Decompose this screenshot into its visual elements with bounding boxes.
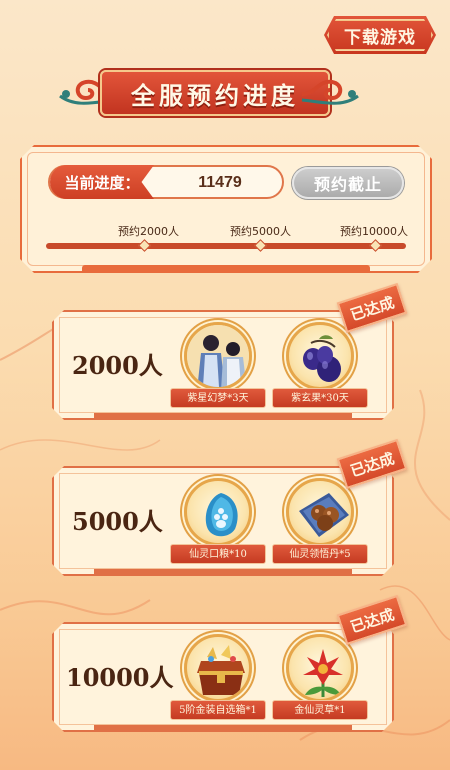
- reward-tier-10000: 10000人 5阶金装自选箱*1 金仙灵草*1: [52, 622, 394, 732]
- reward-item[interactable]: 仙灵口粮*10: [170, 478, 266, 568]
- reward-tier-5000: 5000人 仙灵口粮*10 仙灵领悟丹*5: [52, 466, 394, 576]
- reward-item[interactable]: 紫玄果*30天: [272, 322, 368, 412]
- tier-threshold: 10000人: [66, 663, 174, 692]
- current-progress-value: 11479: [198, 174, 242, 191]
- title-banner: 全服预约进度: [56, 62, 362, 124]
- characters-icon: [187, 325, 249, 387]
- red-flower-icon: [303, 649, 343, 697]
- reward-item[interactable]: 金仙灵草*1: [272, 634, 368, 724]
- milestone-marker: [138, 239, 151, 252]
- reservation-closed-button[interactable]: 预约截止: [292, 167, 404, 199]
- milestone-label-5000: 预约5000人: [230, 225, 291, 238]
- milestone-label-10000: 预约10000人: [340, 225, 408, 238]
- tier-threshold: 2000人: [72, 351, 163, 380]
- pills-icon: [299, 493, 349, 537]
- reward-name: 紫星幻梦*3天: [170, 388, 266, 408]
- reward-icon-frame: [286, 478, 354, 546]
- current-progress-field: 当前进度： 11479: [48, 165, 284, 199]
- tier-threshold: 5000人: [72, 507, 163, 536]
- current-progress-label: 当前进度：: [50, 165, 154, 199]
- reward-tier-2000: 2000人 紫星幻梦*3天 紫玄果*30天: [52, 310, 394, 420]
- reward-item[interactable]: 5阶金装自选箱*1: [170, 634, 266, 724]
- progress-panel: 当前进度： 11479 预约截止 预约2000人 预约5000人 预约10000…: [20, 145, 432, 273]
- reward-icon-frame: [184, 322, 252, 390]
- reward-name: 仙灵领悟丹*5: [272, 544, 368, 564]
- title-plate: 全服预约进度: [100, 70, 330, 116]
- page-title: 全服预约进度: [131, 81, 299, 110]
- milestone-marker: [369, 239, 382, 252]
- reward-name: 紫玄果*30天: [272, 388, 368, 408]
- reward-icon-frame: [286, 322, 354, 390]
- reward-name: 仙灵口粮*10: [170, 544, 266, 564]
- reward-name: 金仙灵草*1: [272, 700, 368, 720]
- milestone-label-2000: 预约2000人: [118, 225, 179, 238]
- milestone-marker: [254, 239, 267, 252]
- treasure-chest-icon: [197, 645, 245, 695]
- reward-icon-frame: [184, 634, 252, 702]
- reward-icon-frame: [286, 634, 354, 702]
- download-game-label: 下载游戏: [344, 27, 416, 48]
- cloud-ornament-right-icon: [301, 79, 359, 105]
- reward-name: 5阶金装自选箱*1: [170, 700, 266, 720]
- spirit-food-icon: [205, 493, 238, 537]
- milestone-track: 预约2000人 预约5000人 预约10000人: [44, 223, 408, 263]
- reward-item[interactable]: 紫星幻梦*3天: [170, 322, 266, 412]
- purple-fruit-icon: [303, 335, 341, 382]
- download-game-button[interactable]: 下载游戏: [324, 16, 436, 54]
- reward-icon-frame: [184, 478, 252, 546]
- progress-bar: [46, 243, 406, 249]
- reward-item[interactable]: 仙灵领悟丹*5: [272, 478, 368, 568]
